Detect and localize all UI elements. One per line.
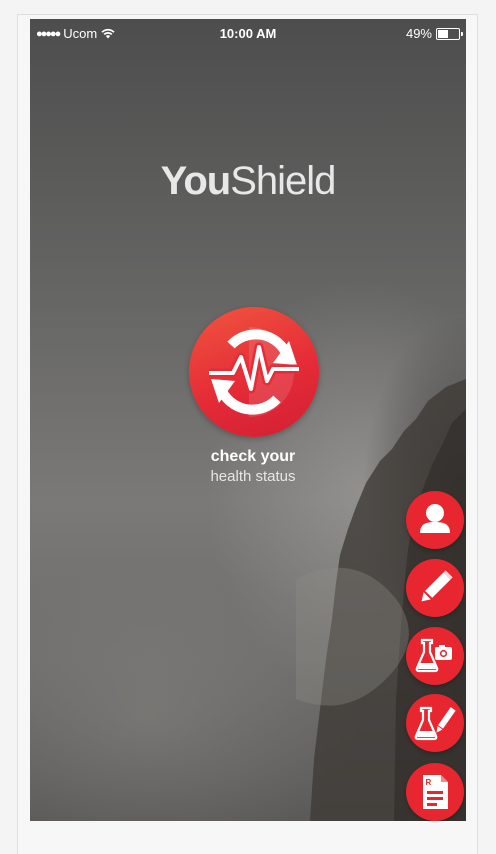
edit-button[interactable] — [406, 559, 464, 617]
check-health-caption: check your health status — [30, 447, 466, 486]
logo-text-bold: You — [160, 159, 232, 203]
profile-button[interactable] — [406, 491, 464, 549]
flask-camera-icon — [415, 638, 452, 673]
lab-edit-button[interactable] — [406, 694, 464, 752]
device-frame: ●●●●● Ucom 10:00 AM 49% YouShield check … — [17, 14, 478, 854]
battery-icon — [436, 27, 463, 40]
app-screen: ●●●●● Ucom 10:00 AM 49% YouShield check … — [30, 19, 466, 821]
user-icon — [420, 504, 450, 533]
cta-line2: health status — [210, 468, 296, 485]
app-logo: YouShield — [30, 159, 466, 204]
cta-line1: check your — [210, 448, 296, 465]
check-health-button[interactable] — [189, 307, 319, 437]
status-time: 10:00 AM — [219, 26, 277, 41]
prescription-button[interactable]: R — [406, 763, 464, 821]
battery-percent: 49% — [405, 26, 432, 41]
status-bar: ●●●●● Ucom 10:00 AM 49% — [30, 19, 466, 49]
lab-photo-button[interactable] — [406, 627, 464, 685]
flask-pencil-icon — [414, 706, 456, 741]
svg-text:R: R — [426, 778, 432, 787]
pencil-icon — [421, 570, 453, 602]
battery-level — [438, 29, 448, 38]
health-sync-icon — [209, 327, 299, 417]
status-right: 49% — [405, 26, 463, 41]
prescription-icon: R — [423, 775, 448, 809]
logo-text-thin: Shield — [230, 159, 336, 203]
